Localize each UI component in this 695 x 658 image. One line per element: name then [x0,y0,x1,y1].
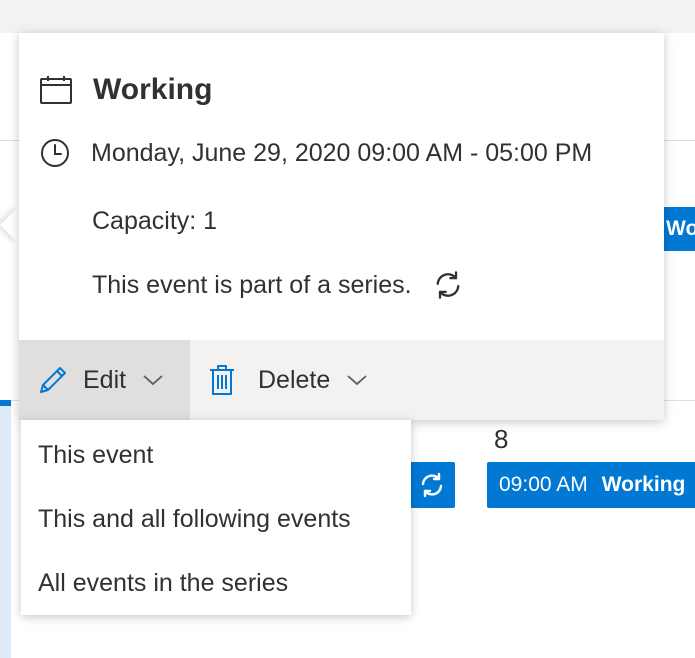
event-chip-time: 09:00 AM [499,473,588,496]
event-capacity: Capacity: 1 [92,207,218,235]
chevron-down-icon [142,373,164,387]
callout-beak-cover [19,200,39,250]
delete-button-label: Delete [258,365,331,394]
clock-icon [39,137,71,169]
menu-item-all-events[interactable]: All events in the series [38,569,288,598]
edit-button-label: Edit [83,365,127,394]
recurrence-icon [432,269,464,301]
chevron-down-icon [346,373,368,387]
event-title: Working [93,73,213,106]
menu-item-this-event[interactable]: This event [38,441,153,470]
series-note: This event is part of a series. [92,270,412,299]
day-number: 8 [494,424,509,454]
event-details-callout: Working Monday, June 29, 2020 09:00 AM -… [19,33,664,420]
trash-icon [208,364,236,396]
callout-action-bar: Edit Delete [19,340,664,420]
event-datetime: Monday, June 29, 2020 09:00 AM - 05:00 P… [91,138,593,167]
pencil-icon [37,364,69,396]
calendar-top-bar [0,0,695,33]
calendar-event-chip[interactable]: Workin [662,207,695,251]
recurrence-icon [418,471,446,499]
calendar-icon [39,75,73,105]
recurring-event-chip[interactable] [409,462,455,508]
event-chip-name: Working [601,473,686,496]
edit-options-menu: This event This and all following events… [21,420,411,615]
menu-item-this-and-following[interactable]: This and all following events [38,505,351,534]
edit-button[interactable]: Edit [19,340,190,420]
calendar-event-chip[interactable]: 09:00 AM Working [487,462,695,508]
delete-button[interactable]: Delete [208,340,368,420]
selected-day-cell[interactable] [0,400,11,658]
